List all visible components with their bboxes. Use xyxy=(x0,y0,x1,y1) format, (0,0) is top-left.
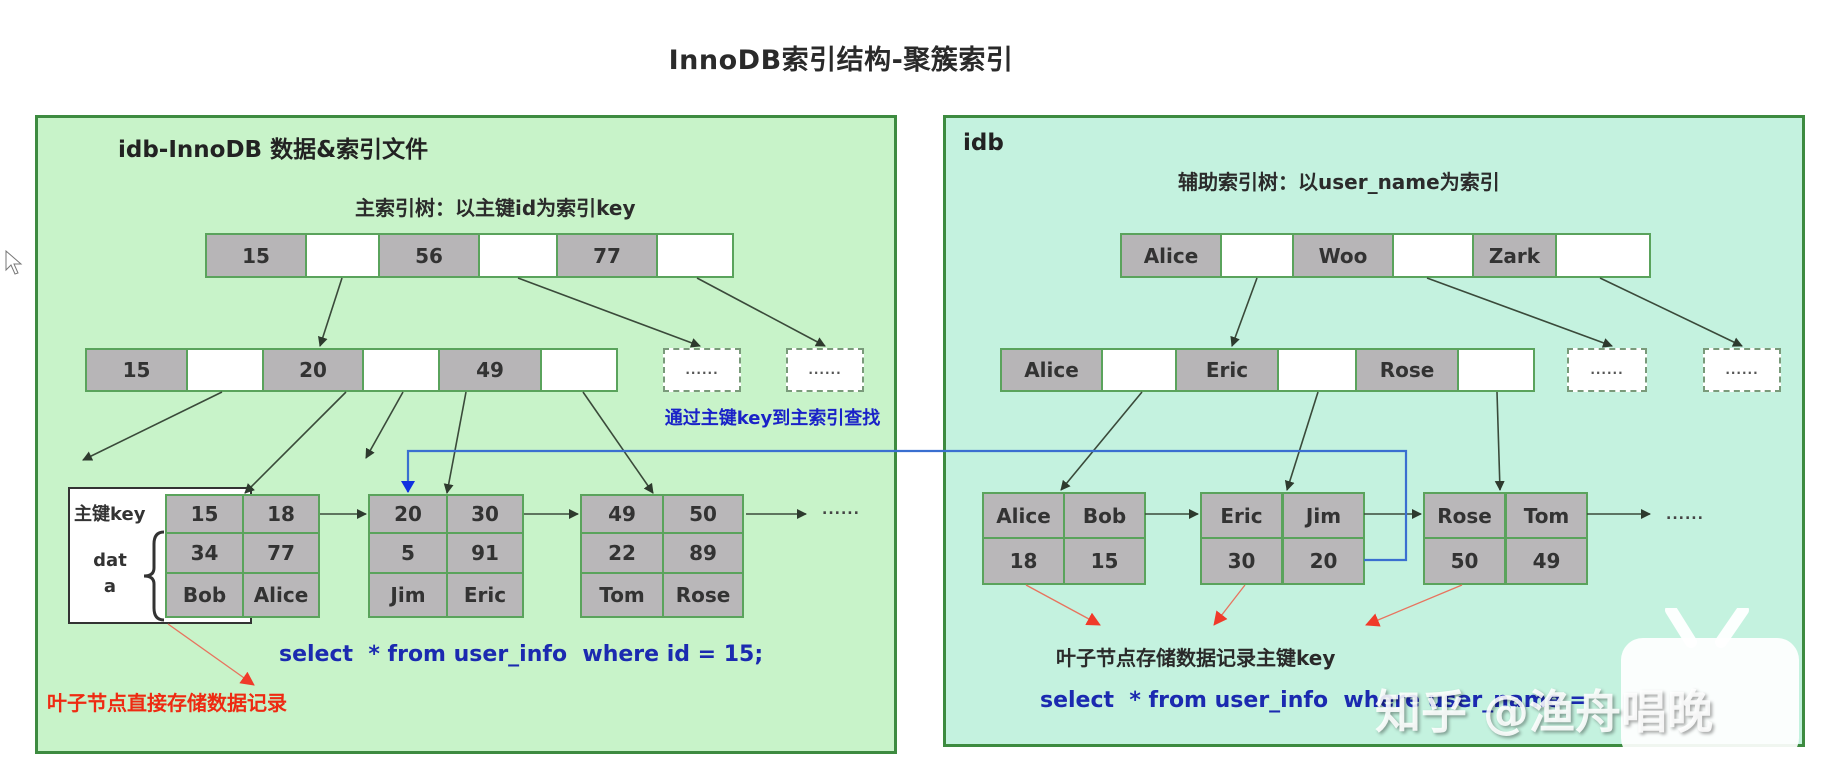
tree-arrow xyxy=(1230,277,1258,347)
tree-arrow xyxy=(1494,391,1505,491)
tree-arrow xyxy=(443,391,467,494)
note-arrow xyxy=(1213,584,1246,626)
lookup-connector-line xyxy=(401,449,1408,562)
tree-arrow xyxy=(1599,277,1743,347)
arrows-layer xyxy=(82,277,1743,686)
tree-arrow xyxy=(1060,391,1143,491)
note-arrow xyxy=(1365,584,1463,627)
tree-arrow xyxy=(82,391,223,461)
tree-arrow xyxy=(696,277,826,347)
tree-arrow xyxy=(244,391,347,494)
tv-antenna-icon xyxy=(1651,604,1761,652)
note-arrow xyxy=(1025,584,1101,626)
watermark-text: 知乎 @渔舟唱晚 xyxy=(1375,685,1714,739)
tree-arrow xyxy=(1284,391,1319,491)
tree-arrow xyxy=(365,391,404,459)
tree-arrow xyxy=(318,277,343,347)
tree-arrow xyxy=(582,391,654,494)
tree-arrow xyxy=(517,277,701,348)
tree-arrow xyxy=(1426,277,1613,348)
note-arrow xyxy=(167,623,255,686)
